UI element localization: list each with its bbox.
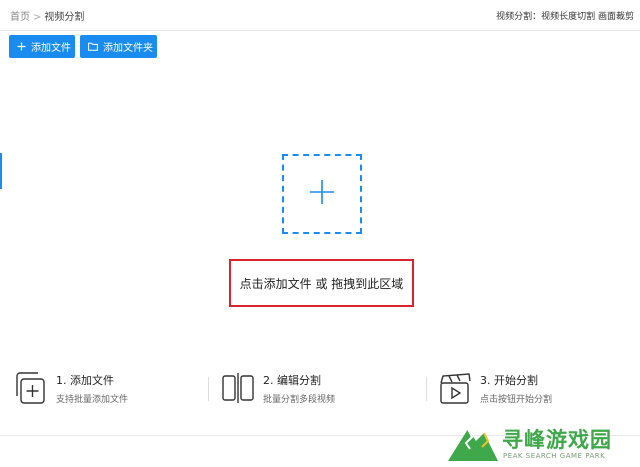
folder-icon (88, 42, 98, 51)
add-file-label: 添加文件 (31, 43, 71, 54)
breadcrumb-home[interactable]: 首页 (10, 12, 30, 23)
breadcrumb: 首页 > 视频分割 (10, 8, 84, 23)
top-bar: 首页 > 视频分割 视频分割：视频长度切割 画面裁剪 (0, 0, 640, 31)
breadcrumb-separator: > (33, 12, 42, 23)
step-title: 3. 开始分割 (480, 374, 538, 387)
step-desc: 批量分割多段视频 (263, 395, 336, 405)
split-icon (221, 371, 255, 405)
step-title: 1. 添加文件 (56, 374, 114, 387)
step-divider (208, 377, 209, 401)
drop-zone-text[interactable]: 点击添加文件 或 拖拽到此区域 (229, 259, 414, 307)
step-title: 2. 编辑分割 (263, 374, 321, 387)
watermark-title: 寻峰游戏园 (502, 428, 612, 452)
plus-icon (309, 179, 335, 209)
clapperboard-icon (438, 371, 472, 405)
drop-zone-add-button[interactable] (282, 154, 362, 234)
add-folder-label: 添加文件夹 (103, 43, 153, 54)
add-file-button[interactable]: 添加文件 (9, 35, 75, 58)
step-desc: 点击按钮开始分割 (480, 395, 553, 405)
watermark-logo-icon (448, 428, 498, 461)
add-folder-button[interactable]: 添加文件夹 (80, 35, 157, 58)
header-hint: 视频分割：视频长度切割 画面裁剪 (496, 12, 634, 22)
watermark: 寻峰游戏园 PEAK SEARCH GAME PARK (446, 421, 640, 467)
step-desc: 支持批量添加文件 (56, 395, 129, 405)
steps-guide: 1. 添加文件 支持批量添加文件 2. 编辑分割 批量分割多段视频 3. 开始分… (0, 365, 640, 415)
copy-add-icon (14, 371, 48, 405)
scroll-indicator (0, 153, 2, 189)
breadcrumb-current: 视频分割 (44, 12, 85, 23)
plus-icon (17, 42, 26, 51)
step-divider (426, 377, 427, 401)
watermark-subtitle: PEAK SEARCH GAME PARK (503, 452, 606, 460)
